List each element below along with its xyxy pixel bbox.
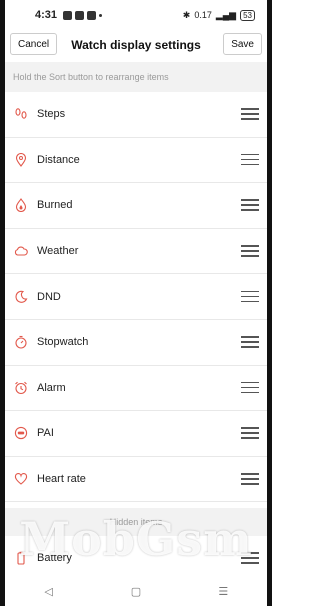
- item-label: Weather: [37, 245, 79, 258]
- status-bar: 4:31 ✱ 0.17 ▂▄▆ 53: [5, 0, 267, 30]
- app-header: Cancel Watch display settings Save: [5, 30, 267, 60]
- status-time: 4:31: [35, 9, 58, 21]
- drag-handle-icon[interactable]: [241, 290, 259, 303]
- drag-handle-icon[interactable]: [241, 199, 259, 211]
- drag-handle-icon[interactable]: [241, 336, 259, 348]
- list-item-burned[interactable]: Burned: [5, 183, 267, 229]
- item-label: PAI: [37, 427, 54, 440]
- system-nav-bar: ◁ ▢ ☰: [5, 576, 267, 606]
- recents-icon[interactable]: ☰: [216, 584, 230, 598]
- hidden-items-list: Battery: [5, 536, 267, 582]
- status-right: ✱ 0.17 ▂▄▆ 53: [182, 9, 255, 21]
- list-item-battery[interactable]: Battery: [5, 536, 267, 582]
- list-item-distance[interactable]: Distance: [5, 138, 267, 184]
- item-label: Steps: [37, 108, 66, 121]
- list-item-stopwatch[interactable]: Stopwatch: [5, 320, 267, 366]
- save-button[interactable]: Save: [223, 33, 262, 55]
- visible-items-list: Steps Distance Burned Weather DND Stopwa…: [5, 92, 267, 503]
- drag-handle-icon[interactable]: [241, 381, 259, 394]
- network-speed: 0.17: [194, 10, 212, 20]
- item-label: Stopwatch: [37, 336, 89, 349]
- back-icon[interactable]: ◁: [42, 584, 56, 598]
- more-notifications-icon: [99, 13, 103, 17]
- battery-indicator: 53: [240, 9, 255, 21]
- home-icon[interactable]: ▢: [129, 584, 143, 598]
- heart-icon: [13, 471, 29, 487]
- list-item-steps[interactable]: Steps: [5, 92, 267, 138]
- list-item-alarm[interactable]: Alarm: [5, 366, 267, 412]
- page-title: Watch display settings: [71, 38, 201, 52]
- drag-handle-icon[interactable]: [241, 427, 259, 439]
- drag-handle-icon[interactable]: [241, 108, 259, 120]
- notification-icon: [87, 10, 97, 20]
- notification-icons: [63, 10, 103, 20]
- list-item-heart-rate[interactable]: Heart rate: [5, 457, 267, 503]
- battery-icon: [13, 550, 29, 566]
- list-item-pai[interactable]: PAI: [5, 411, 267, 457]
- bluetooth-icon: ✱: [182, 9, 191, 20]
- signal-icon: ▂▄▆: [215, 9, 237, 20]
- drag-handle-icon[interactable]: [241, 552, 259, 564]
- stopwatch-icon: [13, 334, 29, 350]
- alarm-clock-icon: [13, 380, 29, 396]
- location-pin-icon: [13, 152, 29, 168]
- cloud-icon: [13, 243, 29, 259]
- cancel-button[interactable]: Cancel: [10, 33, 58, 55]
- notification-icon: [63, 10, 73, 20]
- sort-hint: Hold the Sort button to rearrange items: [5, 62, 267, 92]
- drag-handle-icon[interactable]: [241, 473, 259, 485]
- footsteps-icon: [13, 106, 29, 122]
- notification-icon: [75, 10, 85, 20]
- item-label: DND: [37, 290, 61, 303]
- hidden-items-header: Hidden items: [5, 508, 267, 536]
- drag-handle-icon[interactable]: [241, 245, 259, 257]
- item-label: Battery: [37, 552, 72, 565]
- drag-handle-icon[interactable]: [241, 153, 259, 166]
- list-item-weather[interactable]: Weather: [5, 229, 267, 275]
- item-label: Burned: [37, 199, 73, 212]
- moon-icon: [13, 289, 29, 305]
- item-label: Alarm: [37, 381, 66, 394]
- flame-icon: [13, 197, 29, 213]
- pai-icon: [13, 425, 29, 441]
- item-label: Heart rate: [37, 473, 86, 486]
- item-label: Distance: [37, 153, 80, 166]
- list-item-dnd[interactable]: DND: [5, 274, 267, 320]
